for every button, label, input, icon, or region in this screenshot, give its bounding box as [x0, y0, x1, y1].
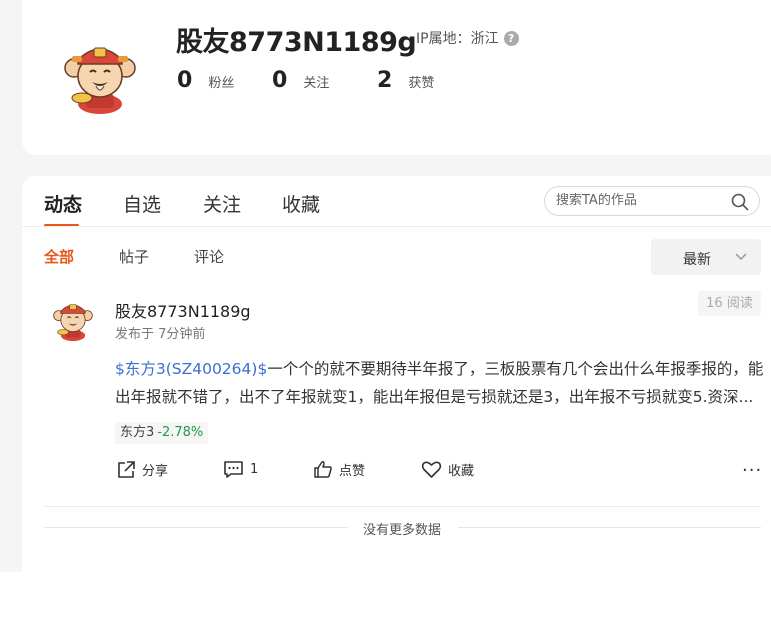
- post-author-avatar[interactable]: [52, 299, 94, 341]
- stat-likes: 2 获赞: [377, 68, 434, 93]
- stock-tag[interactable]: 东方3 -2.78%: [115, 422, 209, 444]
- subtab-comments[interactable]: 评论: [194, 246, 224, 267]
- tabs-divider: [22, 226, 771, 227]
- post-text-line-1: 一个个的就不要期待半年报了，三板股票有几个会出什么年报季报的，能: [267, 360, 764, 378]
- favorite-button[interactable]: 收藏: [421, 460, 474, 479]
- stat-following-count: 0: [272, 68, 288, 93]
- post-text-line-2: 出年报就不错了，出不了年报就变1，能出年报但是亏损就还是3，出年报不亏损就变5.…: [115, 388, 754, 406]
- stat-following-label: 关注: [303, 76, 330, 91]
- comment-icon: [224, 461, 243, 478]
- tab-dynamics[interactable]: 动态: [44, 190, 82, 217]
- tab-following[interactable]: 关注: [203, 190, 241, 217]
- post-time: 发布于 7分钟前: [115, 327, 206, 342]
- page-bottom: [0, 572, 771, 644]
- subtab-all[interactable]: 全部: [44, 246, 74, 267]
- like-label: 点赞: [339, 464, 366, 479]
- comment-count: 1: [250, 462, 259, 477]
- post-author-name[interactable]: 股友8773N1189g: [115, 298, 251, 322]
- more-options-icon[interactable]: ···: [742, 460, 762, 481]
- question-circle-icon[interactable]: ?: [503, 30, 519, 46]
- thumbs-up-icon: [314, 461, 332, 478]
- stat-likes-label: 获赞: [408, 76, 435, 91]
- stat-likes-count: 2: [377, 68, 393, 93]
- heart-icon: [421, 461, 442, 478]
- stock-link[interactable]: $东方3(SZ400264)$: [115, 360, 267, 378]
- tab-favorites[interactable]: 收藏: [282, 190, 320, 217]
- read-count-badge: 16 阅读: [698, 291, 761, 316]
- favorite-label: 收藏: [448, 464, 475, 479]
- comment-button[interactable]: 1: [223, 460, 258, 479]
- ip-location: IP属地：浙江 ?: [416, 28, 519, 48]
- avatar[interactable]: [62, 38, 138, 114]
- ip-location-label: IP属地：浙江: [416, 31, 499, 47]
- post-separator: [44, 506, 761, 507]
- stat-fans[interactable]: 0 粉丝: [177, 68, 234, 93]
- no-more-line-right: [458, 527, 761, 528]
- stock-tag-name: 东方3: [120, 425, 155, 440]
- share-button[interactable]: 分享: [117, 460, 168, 479]
- no-more-line-left: [44, 527, 348, 528]
- search-input[interactable]: [556, 193, 726, 208]
- search-icon[interactable]: [731, 193, 749, 211]
- stat-fans-count: 0: [177, 68, 193, 93]
- like-button[interactable]: 点赞: [313, 460, 365, 479]
- search-box[interactable]: [544, 186, 760, 216]
- share-label: 分享: [142, 464, 169, 479]
- stock-tag-change: -2.78%: [157, 425, 204, 440]
- share-icon: [118, 461, 135, 478]
- no-more-data-text: 没有更多数据: [363, 523, 442, 538]
- stat-fans-label: 粉丝: [208, 76, 235, 91]
- sort-dropdown[interactable]: 最新: [651, 239, 761, 275]
- tab-watchlist[interactable]: 自选: [123, 190, 161, 217]
- stat-following[interactable]: 0 关注: [272, 68, 329, 93]
- post-content[interactable]: $东方3(SZ400264)$一个个的就不要期待半年报了，三板股票有几个会出什么…: [115, 355, 765, 411]
- profile-username: 股友8773N1189g: [176, 27, 417, 58]
- sort-selected: 最新: [683, 252, 711, 268]
- chevron-down-icon: [735, 253, 747, 261]
- subtab-posts[interactable]: 帖子: [119, 246, 149, 267]
